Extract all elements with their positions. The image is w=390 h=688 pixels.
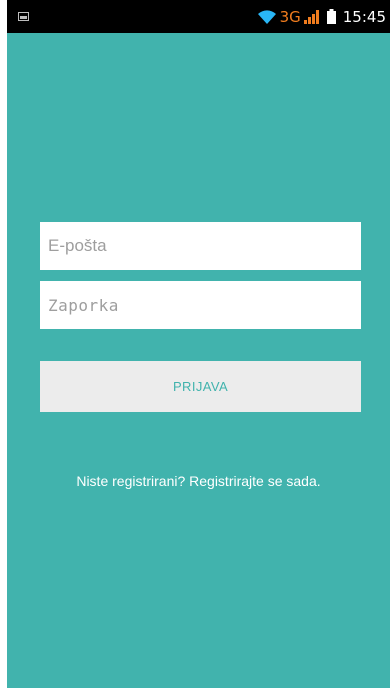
password-field-container [40,281,361,329]
password-input[interactable] [48,295,353,315]
battery-icon [326,9,336,24]
app-screen: 3G 15:45 PRIJAVA Niste registrirani? Reg… [7,0,390,688]
status-indicators: 3G 15:45 [257,0,386,33]
register-link[interactable]: Niste registrirani? Registrirajte se sad… [7,473,390,489]
login-button[interactable]: PRIJAVA [40,361,361,412]
wifi-icon [257,9,276,24]
email-field-container [40,222,361,270]
clock: 15:45 [342,7,386,26]
signal-icon [303,9,319,24]
network-type-label: 3G [279,7,301,26]
status-bar: 3G 15:45 [7,0,390,33]
email-input[interactable] [48,236,353,256]
notification-icon [18,12,29,21]
